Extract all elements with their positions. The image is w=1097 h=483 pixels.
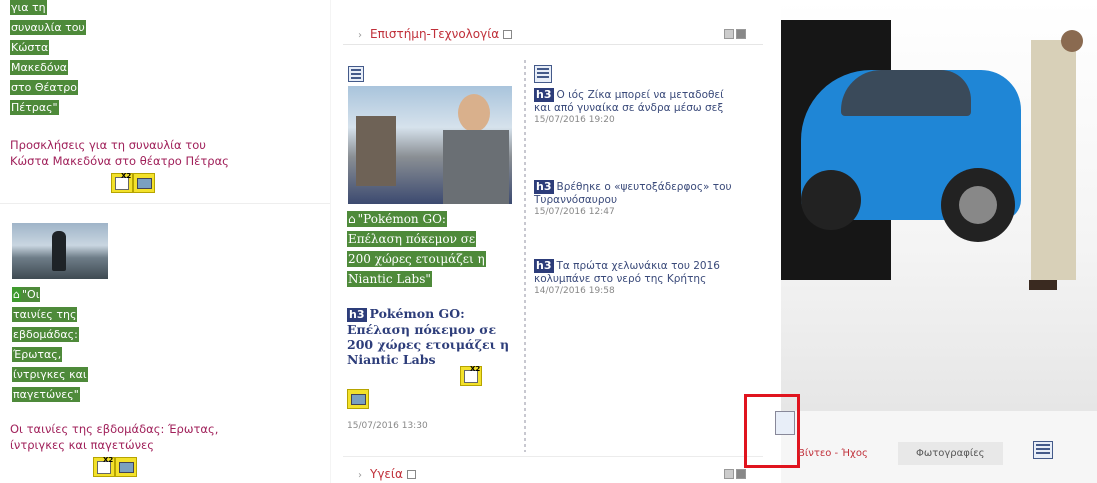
item1-badges: X2 — [111, 172, 155, 193]
highlight-line: Επέλαση πόκεμον σε — [347, 231, 477, 247]
square-icon — [503, 30, 513, 39]
news-title: Τα πρώτα χελωνάκια του 2016 κολυμπάνε στ… — [534, 260, 720, 285]
item1-highlight[interactable]: για τη συναυλία του Κώστα Μακεδόνα στο Θ… — [10, 0, 170, 116]
feature-badges: X2 — [460, 365, 482, 386]
tab-video-audio[interactable]: Βίντεο - Ήχος — [780, 442, 886, 465]
annotation-badge-icon[interactable]: X2 — [111, 172, 133, 193]
highlight-line: Niantic Labs" — [347, 271, 432, 287]
minimize-icon[interactable] — [724, 29, 734, 39]
arrow-icon: › — [358, 30, 362, 41]
news-title: Βρέθηκε ο «ψευτοξάδερφος» του Τυραννόσαυ… — [534, 181, 732, 206]
section2-title: Υγεία — [370, 467, 403, 481]
image-badge-icon[interactable] — [347, 388, 369, 409]
highlight-line: ταινίες της — [12, 307, 78, 322]
highlight-line: Μακεδόνα — [10, 60, 69, 75]
divider — [343, 44, 763, 45]
news-date: 15/07/2016 12:47 — [534, 207, 615, 217]
highlight-line: Κώστα — [10, 40, 50, 55]
car-advertisement-image[interactable] — [781, 0, 1097, 411]
minimize-icon[interactable] — [724, 469, 734, 479]
item1-caption-link[interactable]: Προσκλήσεις για τη συναυλία του Κώστα Μα… — [10, 137, 230, 169]
list-icon[interactable] — [348, 66, 364, 82]
feature-title: Pokémon GO: Επέλαση πόκεμον σε 200 χώρες… — [347, 306, 510, 367]
feature-date: 15/07/2016 13:30 — [347, 421, 428, 431]
highlight-line: 200 χώρες ετοιμάζει η — [347, 251, 486, 267]
annotation-badge-icon[interactable]: X2 — [460, 365, 482, 386]
section2-header[interactable]: › Υγεία — [358, 467, 416, 481]
list-icon[interactable] — [1033, 441, 1053, 459]
news-title: Ο ιός Ζίκα μπορεί να μεταδοθεί και από γ… — [534, 89, 724, 114]
item2-badges: X2 — [93, 456, 137, 477]
feature-highlight[interactable]: ⌂ "Pokémon GO: Επέλαση πόκεμον σε 200 χώρ… — [347, 208, 512, 288]
divider — [343, 456, 763, 457]
close-icon[interactable] — [736, 469, 746, 479]
highlight-line: για τη — [10, 0, 47, 15]
item1-caption: Προσκλήσεις για τη συναυλία του Κώστα Μα… — [10, 138, 229, 168]
highlight-line: ίντριγκες και — [12, 367, 88, 382]
movie-thumbnail[interactable] — [12, 223, 108, 279]
news-date: 15/07/2016 19:20 — [534, 115, 615, 125]
news-date: 14/07/2016 19:58 — [534, 286, 615, 296]
h3-tag: h3 — [534, 259, 554, 273]
feature-title-link[interactable]: h3 Pokémon GO: Επέλαση πόκεμον σε 200 χώρ… — [347, 306, 515, 367]
feature-image[interactable] — [348, 86, 512, 204]
arrow-icon: › — [358, 470, 362, 481]
highlight-line: Πέτρας" — [10, 100, 59, 115]
highlight-line: συναυλία του — [10, 20, 86, 35]
divider — [0, 203, 330, 204]
item2-caption-link[interactable]: Οι ταινίες της εβδομάδας: Έρωτας, ίντριγ… — [10, 421, 220, 453]
item2-highlight[interactable]: ⌂ "Οι ταινίες της εβδομάδας: Έρωτας, ίντρ… — [12, 283, 162, 403]
image-badge-icon[interactable] — [133, 172, 155, 193]
column-divider — [330, 0, 331, 483]
highlight-line: παγετώνες" — [12, 387, 80, 402]
tab-photos[interactable]: Φωτογραφίες — [898, 442, 1003, 465]
image-badge-icon[interactable] — [115, 456, 137, 477]
news-item[interactable]: h3 Ο ιός Ζίκα μπορεί να μεταδοθεί και από… — [534, 88, 734, 125]
left-column: για τη συναυλία του Κώστα Μακεδόνα στο Θ… — [0, 0, 330, 483]
news-item[interactable]: h3 Βρέθηκε ο «ψευτοξάδερφος» του Τυραννόσ… — [534, 180, 744, 217]
section-title: Επιστήμη-Τεχνολογία — [370, 27, 500, 41]
ad-icon: ⌂ — [12, 287, 21, 302]
close-icon[interactable] — [736, 29, 746, 39]
h3-tag: h3 — [534, 180, 554, 194]
list-icon[interactable] — [534, 65, 552, 83]
ad-icon: ⌂ — [347, 211, 357, 227]
feature-badges-2 — [347, 388, 369, 409]
item2-caption: Οι ταινίες της εβδομάδας: Έρωτας, ίντριγ… — [10, 422, 219, 452]
highlight-line: στο Θέατρο — [10, 80, 79, 95]
h3-tag: h3 — [534, 88, 554, 102]
square-icon — [406, 470, 416, 479]
news-item[interactable]: h3 Τα πρώτα χελωνάκια του 2016 κολυμπάνε … — [534, 259, 739, 296]
highlight-line: Έρωτας, — [12, 347, 63, 362]
highlight-line: εβδομάδας: — [12, 327, 79, 342]
h3-tag: h3 — [347, 308, 367, 322]
dotted-divider — [524, 60, 526, 452]
highlight-line: "Pokémon GO: — [356, 211, 447, 227]
highlight-line: "Οι — [20, 287, 41, 302]
section-header[interactable]: › Επιστήμη-Τεχνολογία — [358, 27, 513, 41]
annotation-badge-icon[interactable]: X2 — [93, 456, 115, 477]
